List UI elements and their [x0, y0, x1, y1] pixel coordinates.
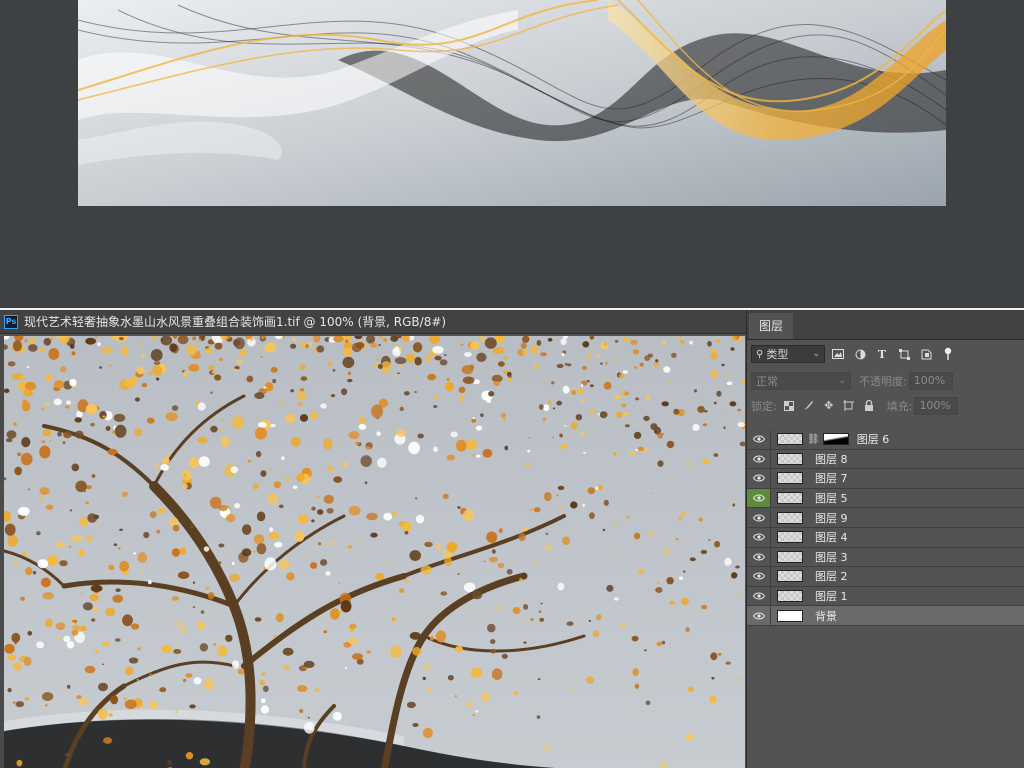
type-filter-icon[interactable]: T	[873, 346, 891, 362]
layer-thumbnail	[777, 570, 803, 583]
panel-tabbar: 图层	[747, 310, 1024, 340]
layer-name: 图层 5	[815, 492, 848, 506]
document-title: 现代艺术轻奢抽象水墨山水风景重叠组合装饰画1.tif @ 100% (背景, R…	[24, 315, 447, 329]
layer-thumbnail	[777, 452, 803, 465]
layer-row[interactable]: 背景	[747, 606, 1024, 626]
search-icon: ⚲	[756, 348, 764, 360]
blend-mode-value: 正常	[756, 374, 778, 388]
tab-layers[interactable]: 图层	[749, 313, 794, 339]
adjustment-filter-icon[interactable]	[851, 346, 869, 362]
layer-thumbnail	[777, 511, 803, 524]
lock-label: 锁定:	[751, 399, 777, 413]
fill-value: 100%	[919, 399, 951, 412]
layer-name: 图层 6	[856, 433, 890, 447]
layer-name: 图层 2	[815, 570, 848, 584]
visibility-eye-icon[interactable]	[747, 586, 771, 606]
visibility-eye-icon[interactable]	[747, 508, 771, 527]
layer-thumbnail	[777, 609, 803, 622]
opacity-label: 不透明度:	[859, 374, 907, 388]
document-tab[interactable]: Ps 现代艺术轻奢抽象水墨山水风景重叠组合装饰画1.tif @ 100% (背景…	[0, 310, 746, 334]
layer-kind-filter[interactable]: ⚲ 类型 ⌄	[751, 345, 825, 363]
lock-artboard-icon[interactable]	[841, 398, 857, 414]
layer-row[interactable]: 图层 7	[747, 469, 1024, 489]
lock-position-icon[interactable]: ✥	[821, 398, 837, 414]
visibility-eye-icon[interactable]	[747, 547, 771, 567]
document-canvas[interactable]	[4, 336, 745, 768]
layer-row[interactable]: 图层 5	[747, 488, 1024, 509]
layer-name: 图层 4	[815, 531, 848, 545]
image-filter-icon[interactable]	[829, 346, 847, 362]
layer-name: 背景	[815, 609, 837, 623]
screenshot-root: Ps 现代艺术轻奢抽象水墨山水风景重叠组合装饰画1.tif @ 100% (背景…	[0, 0, 1024, 768]
photoshop-logo-icon: Ps	[4, 314, 18, 329]
layer-row[interactable]: 图层 2	[747, 567, 1024, 587]
layer-thumbnail	[777, 590, 803, 603]
shape-filter-icon[interactable]	[895, 346, 913, 362]
layer-mask-thumbnail[interactable]	[822, 433, 849, 446]
opacity-input[interactable]: 100%	[908, 371, 953, 390]
layer-filter-row: ⚲ 类型 ⌄ T	[747, 340, 1024, 368]
artwork-preview-waves	[78, 0, 946, 206]
layer-thumbnail	[777, 472, 803, 485]
smart-object-filter-icon[interactable]	[917, 346, 935, 362]
layer-row[interactable]: 图层 4	[747, 527, 1024, 548]
filter-toggle-icon[interactable]	[939, 346, 957, 362]
lock-fill-row: 锁定: ✥ 填充: 100%	[747, 393, 1024, 418]
layer-thumbnail	[777, 433, 803, 446]
layers-list: ⛓ 图层 6 图层 8 图层 7 图层 5 图层 9 图层 4 图层 3 图层 2 图层 1 背景	[747, 430, 1024, 626]
layer-thumbnail	[777, 492, 803, 505]
visibility-eye-icon[interactable]	[747, 430, 771, 449]
opacity-value: 100%	[913, 374, 946, 387]
layer-row[interactable]: 图层 8	[747, 449, 1024, 470]
fill-input[interactable]: 100%	[914, 396, 959, 415]
layer-name: 图层 1	[815, 590, 848, 604]
tree-artwork	[4, 336, 745, 768]
lock-transparent-icon[interactable]	[781, 398, 797, 414]
wave-artwork	[78, 0, 946, 206]
chevron-down-icon: ⌄	[812, 349, 820, 359]
visibility-eye-icon[interactable]	[747, 567, 771, 586]
layer-thumbnail	[777, 550, 803, 563]
visibility-eye-icon[interactable]	[747, 469, 771, 488]
layer-row[interactable]: ⛓ 图层 6	[747, 430, 1024, 450]
blend-opacity-row: 正常 ⌄ 不透明度: 100%	[747, 368, 1024, 393]
blend-mode-select[interactable]: 正常 ⌄	[751, 371, 851, 390]
lock-image-icon[interactable]	[801, 398, 817, 414]
layer-name: 图层 9	[815, 511, 848, 525]
lock-all-icon[interactable]	[861, 398, 877, 414]
layer-row[interactable]: 图层 1	[747, 586, 1024, 607]
layer-row[interactable]: 图层 3	[747, 547, 1024, 568]
mask-link-icon[interactable]: ⛓	[807, 434, 820, 445]
layer-thumbnail	[777, 531, 803, 544]
layer-kind-label: 类型	[766, 348, 789, 361]
visibility-eye-icon[interactable]	[747, 488, 771, 508]
fill-label: 填充:	[886, 399, 913, 413]
visibility-eye-icon[interactable]	[747, 449, 771, 469]
layer-name: 图层 3	[815, 550, 848, 564]
layer-name: 图层 8	[815, 452, 848, 466]
photoshop-window: Ps 现代艺术轻奢抽象水墨山水风景重叠组合装饰画1.tif @ 100% (背景…	[0, 308, 1024, 768]
visibility-eye-icon[interactable]	[747, 527, 771, 547]
layer-name: 图层 7	[815, 472, 848, 486]
layer-row[interactable]: 图层 9	[747, 508, 1024, 528]
visibility-eye-icon[interactable]	[747, 606, 771, 625]
layers-panel: 图层 ⚲ 类型 ⌄ T 正常 ⌄ 不透明度: 100% 锁定: ✥ 填充: 10…	[746, 310, 1024, 768]
chevron-down-icon: ⌄	[838, 375, 846, 386]
